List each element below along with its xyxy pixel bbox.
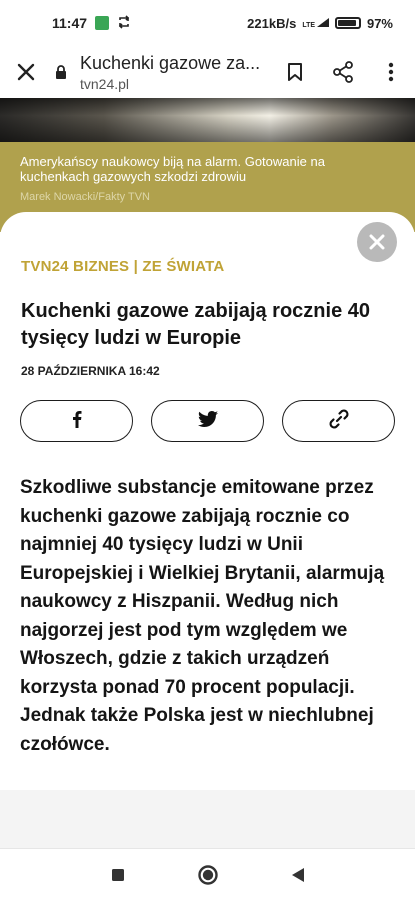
article-date: 28 PAŹDZIERNIKA 16:42 [21, 364, 160, 378]
network-speed: 221kB/s [247, 15, 297, 31]
caption-text: Amerykańscy naukowcy biją na alarm. Goto… [20, 154, 325, 184]
hero-image [0, 98, 415, 142]
share-facebook-button[interactable] [20, 400, 133, 442]
browser-toolbar: Kuchenki gazowe za... tvn24.pl [0, 46, 415, 98]
page-url: tvn24.pl [80, 75, 130, 92]
more-menu-icon[interactable] [367, 46, 415, 98]
system-nav-bar [0, 848, 415, 900]
twitter-icon [197, 410, 218, 432]
battery-icon [334, 17, 361, 29]
close-article-button[interactable] [357, 222, 397, 262]
sync-icon [117, 14, 131, 32]
home-circle-icon[interactable] [193, 860, 223, 890]
facebook-icon [72, 410, 82, 433]
close-icon[interactable] [0, 46, 52, 98]
status-bar: 11:47 221kB/s LTE 97% [0, 0, 415, 46]
content-footer-band [0, 790, 415, 848]
link-icon [328, 408, 350, 435]
status-time: 11:47 [52, 15, 88, 31]
network-type: LTE [302, 21, 316, 29]
recents-square-icon[interactable] [103, 860, 133, 890]
caption-credit: Marek Nowacki/Fakty TVN [20, 191, 150, 203]
back-triangle-icon[interactable] [283, 860, 313, 890]
article-lead: Szkodliwe substancje emitowane przez kuc… [20, 477, 385, 755]
close-icon [369, 234, 385, 250]
article-headline: Kuchenki gazowe zabijają rocznie 40 tysi… [21, 300, 371, 349]
app-notification-icon [95, 16, 110, 30]
page-title: Kuchenki gazowe za... [80, 52, 261, 73]
article-category[interactable]: TVN24 BIZNES | ZE ŚWIATA [21, 258, 224, 275]
share-twitter-button[interactable] [151, 400, 264, 442]
share-link-button[interactable] [282, 400, 395, 442]
battery-percent: 97% [366, 15, 393, 31]
address-area[interactable]: Kuchenki gazowe za... tvn24.pl [70, 53, 271, 92]
share-icon[interactable] [319, 46, 367, 98]
bookmark-icon[interactable] [271, 46, 319, 98]
lock-icon [52, 64, 70, 80]
share-buttons [20, 400, 395, 442]
signal-icon: LTE [302, 17, 329, 29]
